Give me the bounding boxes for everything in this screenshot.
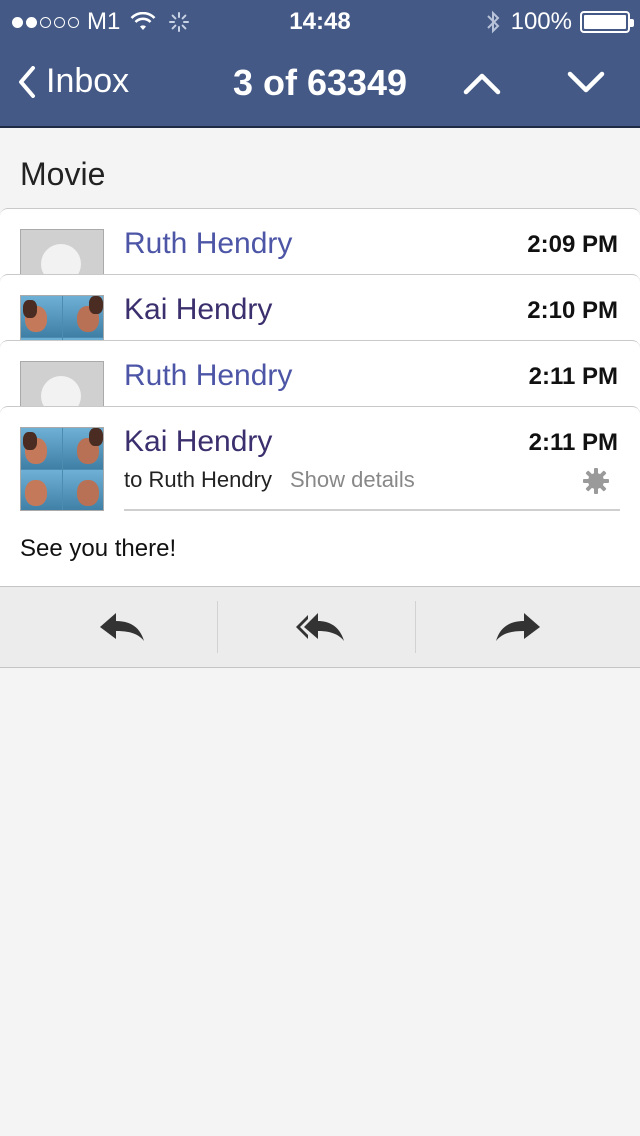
reply-button[interactable] xyxy=(98,607,146,652)
reply-icon xyxy=(100,613,144,641)
battery-icon xyxy=(580,11,634,33)
thread-subject: Movie xyxy=(20,156,106,192)
sender-name: Kai Hendry xyxy=(124,293,273,326)
message-item-expanded: Kai Hendry 2:11 PM to Ruth Hendry Show d… xyxy=(0,406,640,586)
message-actions-bar xyxy=(0,586,640,668)
reply-all-button[interactable] xyxy=(294,607,346,652)
message-options-button[interactable] xyxy=(582,467,610,500)
message-time: 2:10 PM xyxy=(527,297,618,324)
sender-name: Kai Hendry xyxy=(124,425,273,458)
bluetooth-icon xyxy=(486,10,500,34)
status-bar-right: 100% xyxy=(485,8,634,36)
recipient-line: to Ruth Hendry Show details xyxy=(124,467,415,493)
recipient-text: to Ruth Hendry xyxy=(124,467,272,492)
sender-name: Ruth Hendry xyxy=(124,227,293,260)
message-time: 2:11 PM xyxy=(528,429,618,456)
message-item-collapsed[interactable]: Kai Hendry 2:10 PM xyxy=(0,274,640,344)
gear-icon xyxy=(583,468,609,494)
message-time: 2:11 PM xyxy=(528,363,618,390)
avatar xyxy=(20,427,104,511)
show-details-link[interactable]: Show details xyxy=(290,467,415,493)
chevron-up-icon xyxy=(463,73,501,95)
message-body: See you there! xyxy=(20,535,177,562)
reply-all-icon xyxy=(296,613,344,641)
nav-bar: Inbox 3 of 63349 xyxy=(0,40,640,128)
sender-name: Ruth Hendry xyxy=(124,359,293,392)
next-message-button[interactable] xyxy=(566,68,606,103)
default-avatar xyxy=(20,361,104,410)
divider xyxy=(217,601,218,653)
previous-message-button[interactable] xyxy=(462,68,502,103)
chevron-down-icon xyxy=(567,71,605,93)
avatar xyxy=(20,295,104,344)
message-item-collapsed[interactable]: Ruth Hendry 2:11 PM xyxy=(0,340,640,410)
message-time: 2:09 PM xyxy=(527,231,618,258)
forward-icon xyxy=(496,613,540,641)
message-position-title: 3 of 63349 xyxy=(232,62,408,103)
battery-percent: 100% xyxy=(510,8,572,35)
divider xyxy=(415,601,416,653)
status-bar: M1 14:48 100% xyxy=(0,0,640,40)
forward-button[interactable] xyxy=(494,607,542,652)
message-item-collapsed[interactable]: Ruth Hendry 2:09 PM xyxy=(0,208,640,278)
divider xyxy=(124,509,620,511)
default-avatar xyxy=(20,229,104,278)
